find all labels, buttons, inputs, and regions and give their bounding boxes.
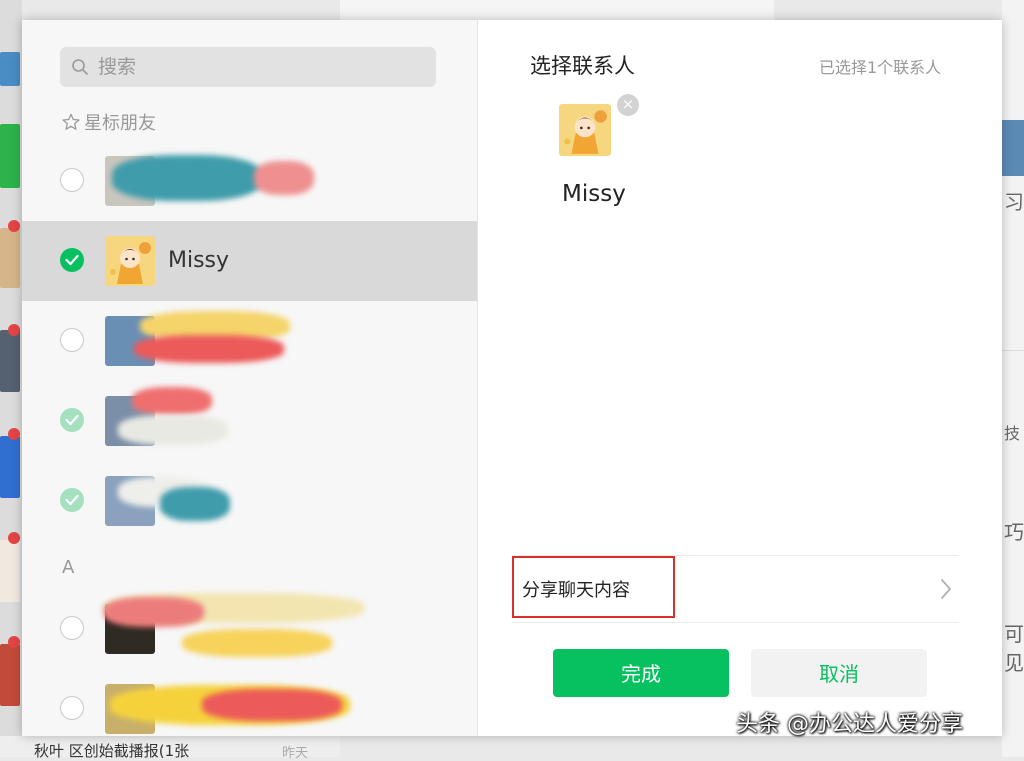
selected-count: 已选择1个联系人 [819,58,942,77]
selected-contact-name: Missy [562,181,626,207]
search-input[interactable] [98,47,418,87]
select-contacts-dialog: 星标朋友 [22,20,1002,736]
unread-dot [8,324,20,336]
close-icon: × [621,95,635,113]
search-box[interactable] [60,47,436,87]
background-image [1002,120,1024,176]
chat-thumbnail [0,436,20,498]
selected-contact-avatar [559,104,611,156]
redaction-scribble [160,487,230,521]
unread-dot [8,220,20,232]
redaction-scribble [254,161,314,195]
contact-row[interactable] [22,301,477,381]
chat-thumbnail [0,228,20,288]
background-text: 习 [1004,190,1024,214]
done-button[interactable]: 完成 [553,649,729,697]
select-radio[interactable] [60,696,84,720]
chat-thumbnail [0,540,20,602]
select-radio[interactable] [60,616,84,640]
select-radio [60,408,84,432]
check-icon [65,254,79,266]
unread-dot [8,428,20,440]
remove-contact-button[interactable]: × [617,94,639,116]
select-radio [60,488,84,512]
chat-thumbnail [0,124,20,188]
contact-row[interactable] [22,461,477,541]
starred-friends-label: 星标朋友 [84,113,156,134]
share-chat-content-label: 分享聊天内容 [522,580,630,601]
unread-dot [8,532,20,544]
divider [1002,350,1024,351]
chat-thumbnail [0,644,20,706]
section-header-a: A [62,557,75,578]
background-chat-preview: 秋叶 区创始截播报(1张 [34,742,190,760]
watermark: 头条 @办公达人爱分享 [736,712,963,737]
dialog-title: 选择联系人 [530,54,635,78]
background-chat-list [0,0,22,757]
check-icon [65,414,79,426]
background-text: 技 [1004,424,1021,443]
background-header [340,0,774,20]
star-icon [62,113,80,130]
chat-thumbnail [0,330,20,392]
select-radio[interactable] [60,248,84,272]
background-text: 可见 [1004,622,1024,675]
unread-dot [8,636,20,648]
redaction-scribble [202,689,342,721]
background-chat-time: 昨天 [282,746,309,761]
panel-divider [477,20,478,736]
contact-list-panel: 星标朋友 [22,20,477,736]
redaction-scribble [118,415,228,445]
search-icon [72,59,88,75]
contact-row[interactable] [22,381,477,461]
contact-row[interactable] [22,141,477,221]
cancel-button[interactable]: 取消 [751,649,927,697]
chevron-right-icon [941,579,951,599]
contact-row[interactable] [22,589,477,669]
check-icon [65,494,79,506]
contact-row[interactable]: Missy [22,221,477,301]
contact-row[interactable] [22,669,477,736]
select-radio[interactable] [60,328,84,352]
redaction-scribble [182,629,332,657]
redaction-scribble [132,387,212,415]
redaction-scribble [104,597,204,627]
select-radio[interactable] [60,168,84,192]
redaction-scribble [112,155,262,201]
background-text: 巧 [1004,520,1024,544]
starred-friends-header: 星标朋友 [62,109,156,135]
share-chat-content-row[interactable]: 分享聊天内容 [512,555,959,623]
avatar [105,236,155,286]
redaction-scribble [134,335,284,363]
chat-thumbnail [0,52,20,86]
contact-name: Missy [168,248,230,273]
